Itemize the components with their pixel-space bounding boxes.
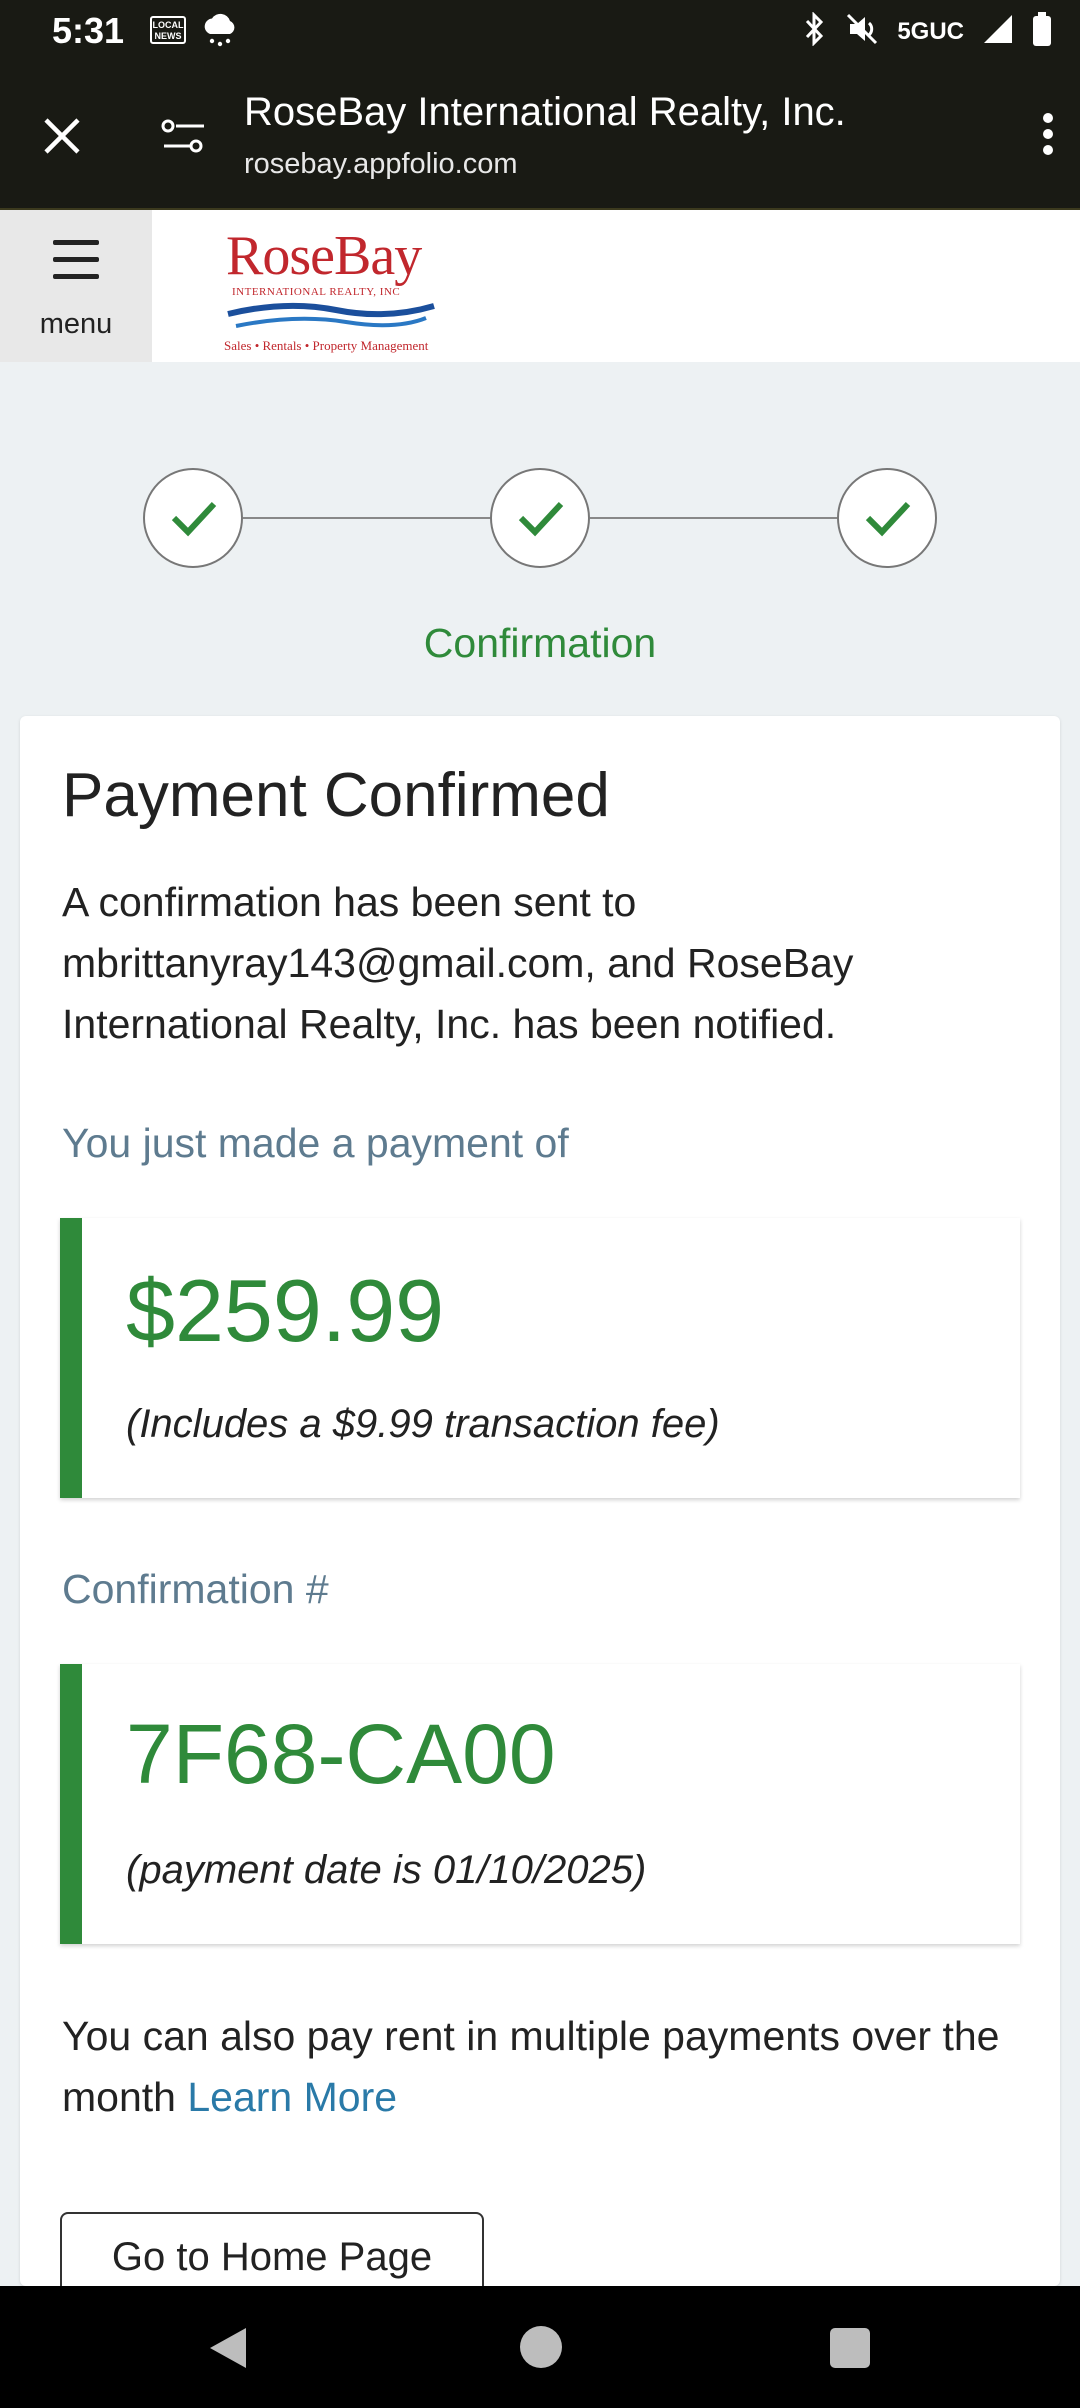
site-header: menu RoseBay INTERNATIONAL REALTY, INC S… xyxy=(0,210,1080,362)
status-bar: 5:31 LOCAL NEWS 5GUC xyxy=(0,0,1080,64)
network-type: 5GUC xyxy=(897,17,964,45)
site-settings-icon[interactable] xyxy=(160,112,208,165)
system-nav-bar xyxy=(0,2286,1080,2408)
payment-label: You just made a payment of xyxy=(62,1120,569,1166)
hamburger-icon xyxy=(53,238,99,287)
battery-icon xyxy=(1032,12,1052,51)
payment-amount: $259.99 xyxy=(126,1261,445,1360)
check-icon xyxy=(518,501,564,537)
page-url: rosebay.appfolio.com xyxy=(244,148,518,180)
step-connector xyxy=(590,517,838,519)
logo-name: RoseBay xyxy=(226,225,422,287)
page-title: RoseBay International Realty, Inc. xyxy=(244,90,846,134)
weather-icon xyxy=(202,12,238,55)
news-app-icon: LOCAL NEWS xyxy=(150,16,186,44)
learn-more-link[interactable]: Learn More xyxy=(187,2074,397,2120)
fee-note: (Includes a $9.99 transaction fee) xyxy=(126,1402,720,1446)
recent-apps-icon[interactable] xyxy=(830,2328,870,2368)
confirmation-card: Payment Confirmed A confirmation has bee… xyxy=(20,716,1060,2302)
status-icons: 5GUC xyxy=(803,11,1052,51)
back-icon[interactable] xyxy=(206,2326,250,2375)
payment-amount-box: $259.99 (Includes a $9.99 transaction fe… xyxy=(60,1218,1020,1498)
step-connector xyxy=(243,517,491,519)
menu-button[interactable]: menu xyxy=(0,210,152,362)
progress-stepper: Confirmation xyxy=(0,362,1080,702)
step-2-complete xyxy=(490,468,590,568)
more-vert-icon[interactable] xyxy=(1038,110,1058,163)
company-logo[interactable]: RoseBay INTERNATIONAL REALTY, INC Sales … xyxy=(222,224,442,353)
confirmation-number-box: 7F68-CA00 (payment date is 01/10/2025) xyxy=(60,1664,1020,1944)
mute-icon xyxy=(845,12,879,51)
logo-tagline: Sales • Rentals • Property Management xyxy=(224,338,429,353)
home-icon[interactable] xyxy=(520,2326,562,2368)
logo-subtitle: INTERNATIONAL REALTY, INC xyxy=(232,286,401,298)
close-icon[interactable] xyxy=(38,112,86,165)
confirmation-description: A confirmation has been sent to mbrittan… xyxy=(62,879,854,1047)
confirmation-number: 7F68-CA00 xyxy=(126,1707,556,1801)
status-time: 5:31 xyxy=(52,10,125,51)
confirmation-title: Payment Confirmed xyxy=(62,761,610,830)
browser-toolbar: RoseBay International Realty, Inc. roseb… xyxy=(0,64,1080,210)
signal-icon xyxy=(982,13,1014,50)
payment-date-note: (payment date is 01/10/2025) xyxy=(126,1848,647,1892)
confirmation-number-label: Confirmation # xyxy=(62,1566,329,1612)
multi-payment-info: You can also pay rent in multiple paymen… xyxy=(62,2006,1022,2128)
step-3-complete xyxy=(837,468,937,568)
bluetooth-icon xyxy=(803,11,827,51)
check-icon xyxy=(171,501,217,537)
step-1-complete xyxy=(143,468,243,568)
check-icon xyxy=(865,501,911,537)
current-step-label: Confirmation xyxy=(423,620,657,666)
logo-waves-icon xyxy=(226,300,436,341)
menu-label: menu xyxy=(39,308,113,340)
